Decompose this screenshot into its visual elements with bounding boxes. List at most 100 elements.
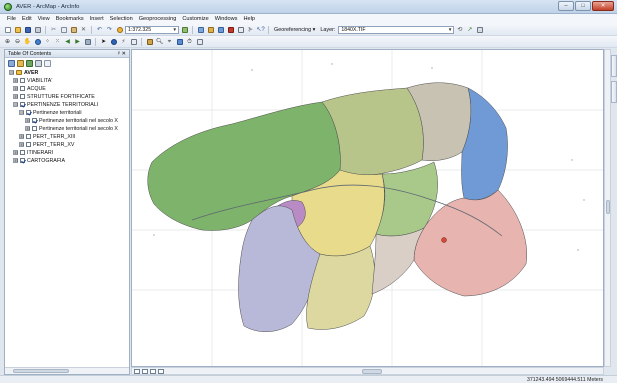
expand-icon[interactable]: ⊞ bbox=[25, 118, 30, 123]
table-window-icon[interactable] bbox=[196, 25, 205, 34]
menu-geoprocessing[interactable]: Geoprocessing bbox=[136, 16, 180, 22]
whats-this-icon[interactable]: ↖? bbox=[256, 25, 265, 34]
list-by-selection-icon[interactable] bbox=[35, 60, 42, 67]
refresh-view-icon[interactable] bbox=[150, 368, 156, 374]
visibility-checkbox[interactable] bbox=[20, 158, 25, 163]
map-horizontal-scrollbar[interactable] bbox=[131, 367, 604, 375]
expand-icon[interactable]: ⊞ bbox=[13, 94, 18, 99]
map-display[interactable] bbox=[131, 49, 604, 367]
layer-node-itinerari[interactable]: ⊞ ITINERARI bbox=[13, 149, 53, 156]
georeferencing-menu[interactable]: Georeferencing ▾ bbox=[272, 27, 317, 33]
menu-edit[interactable]: Edit bbox=[19, 16, 35, 22]
toc-horizontal-scrollbar[interactable] bbox=[5, 367, 129, 374]
visibility-checkbox[interactable] bbox=[20, 102, 25, 107]
expand-icon[interactable]: ⊞ bbox=[19, 142, 24, 147]
list-by-drawing-order-icon[interactable] bbox=[8, 60, 15, 67]
visibility-checkbox[interactable] bbox=[20, 94, 25, 99]
menu-customize[interactable]: Customize bbox=[179, 16, 211, 22]
maximize-button[interactable]: □ bbox=[575, 1, 591, 11]
layer-node-pertinenze-secolo-2[interactable]: ⊞ Pertinenze territoriali nel secolo X bbox=[25, 125, 118, 132]
menu-selection[interactable]: Selection bbox=[107, 16, 136, 22]
search-dock-tab[interactable] bbox=[611, 81, 617, 103]
visibility-checkbox[interactable] bbox=[32, 126, 37, 131]
print-icon[interactable] bbox=[33, 25, 42, 34]
expand-icon[interactable]: ⊞ bbox=[13, 150, 18, 155]
zoom-in-icon[interactable]: ⊕ bbox=[3, 37, 12, 46]
layer-node-cartografia[interactable]: ⊞ CARTOGRAFIA bbox=[13, 157, 65, 164]
link-table-icon[interactable] bbox=[475, 25, 484, 34]
redo-icon[interactable]: ↷ bbox=[105, 25, 114, 34]
visibility-checkbox[interactable] bbox=[26, 110, 31, 115]
georef-layer-combo[interactable]: 1840X.TIF ▼ bbox=[338, 25, 455, 34]
delete-icon[interactable]: ✕ bbox=[79, 25, 88, 34]
collapse-icon[interactable]: ⊟ bbox=[9, 70, 14, 75]
paste-icon[interactable] bbox=[69, 25, 78, 34]
layer-node-strutture-fortificate[interactable]: ⊞ STRUTTURE FORTIFICATE bbox=[13, 93, 95, 100]
close-icon[interactable]: ✕ bbox=[121, 51, 126, 57]
menu-view[interactable]: View bbox=[35, 16, 53, 22]
info-icon[interactable] bbox=[109, 37, 118, 46]
pin-icon[interactable]: ᵖ bbox=[118, 51, 120, 57]
layer-node-aver[interactable]: ⊟ AVER bbox=[9, 69, 38, 76]
pan-icon[interactable]: ✋ bbox=[23, 37, 32, 46]
editor-toolbar-icon[interactable] bbox=[180, 25, 189, 34]
python-window-icon[interactable] bbox=[236, 25, 245, 34]
data-view-icon[interactable] bbox=[134, 368, 140, 374]
visibility-checkbox[interactable] bbox=[20, 78, 25, 83]
scrollbar-thumb[interactable] bbox=[362, 369, 382, 374]
rotate-icon[interactable]: ⟲ bbox=[455, 25, 464, 34]
layer-node-acque[interactable]: ⊞ ACQUE bbox=[13, 85, 46, 92]
menu-bookmarks[interactable]: Bookmarks bbox=[53, 16, 87, 22]
search-window-icon[interactable] bbox=[216, 25, 225, 34]
expand-icon[interactable]: ⊞ bbox=[13, 158, 18, 163]
map-vertical-scrollbar[interactable] bbox=[604, 49, 611, 367]
hyperlink-icon[interactable]: ⚡ bbox=[119, 37, 128, 46]
new-document-icon[interactable] bbox=[3, 25, 12, 34]
collapse-icon[interactable]: ⊟ bbox=[13, 102, 18, 107]
catalog-window-icon[interactable] bbox=[206, 25, 215, 34]
fixed-zoom-out-icon[interactable]: ⁙ bbox=[53, 37, 62, 46]
scrollbar-thumb[interactable] bbox=[13, 369, 69, 373]
model-builder-icon[interactable]: ⊱ bbox=[246, 25, 255, 34]
zoom-out-icon[interactable]: ⊖ bbox=[13, 37, 22, 46]
time-slider-icon[interactable]: ⏱︎ bbox=[185, 37, 194, 46]
list-by-source-icon[interactable] bbox=[17, 60, 24, 67]
measure-icon[interactable] bbox=[145, 37, 154, 46]
html-popup-icon[interactable] bbox=[129, 37, 138, 46]
save-icon[interactable] bbox=[23, 25, 32, 34]
menu-insert[interactable]: Insert bbox=[87, 16, 107, 22]
menu-windows[interactable]: Windows bbox=[212, 16, 241, 22]
layer-node-pert-terr-xv[interactable]: ⊞ PERT_TERR_XV bbox=[19, 141, 74, 148]
forward-extent-icon[interactable]: ▶ bbox=[73, 37, 82, 46]
undo-icon[interactable]: ↶ bbox=[95, 25, 104, 34]
map-canvas[interactable] bbox=[132, 50, 604, 367]
red-location-marker[interactable] bbox=[441, 237, 447, 243]
layer-node-pertinenze-group[interactable]: ⊟ Pertinenze territoriali bbox=[19, 109, 82, 116]
back-extent-icon[interactable]: ◀ bbox=[63, 37, 72, 46]
options-icon[interactable] bbox=[44, 60, 51, 67]
open-folder-icon[interactable] bbox=[13, 25, 22, 34]
layout-view-icon[interactable] bbox=[142, 368, 148, 374]
layer-node-pertinenze-secolo-1[interactable]: ⊞ Pertinenze territoriali nel secolo X bbox=[25, 117, 118, 124]
find-route-icon[interactable]: ⌖ bbox=[165, 37, 174, 46]
layer-node-pert-terr-xiii[interactable]: ⊞ PERT_TERR_XIII bbox=[19, 133, 75, 140]
add-control-points-icon[interactable]: ↗ bbox=[465, 25, 474, 34]
go-to-xy-icon[interactable] bbox=[175, 37, 184, 46]
expand-icon[interactable]: ⊞ bbox=[25, 126, 30, 131]
expand-icon[interactable]: ⊞ bbox=[19, 134, 24, 139]
add-data-icon[interactable] bbox=[115, 25, 124, 34]
layer-node-viabilita[interactable]: ⊞ VIABILITA' bbox=[13, 77, 52, 84]
close-button[interactable]: ✕ bbox=[592, 1, 614, 11]
catalog-dock-tab[interactable] bbox=[611, 55, 617, 77]
visibility-checkbox[interactable] bbox=[20, 86, 25, 91]
arctoolbox-icon[interactable] bbox=[226, 25, 235, 34]
expand-icon[interactable]: ⊞ bbox=[13, 78, 18, 83]
minimize-button[interactable]: – bbox=[558, 1, 574, 11]
globe-icon[interactable] bbox=[33, 37, 42, 46]
visibility-checkbox[interactable] bbox=[26, 134, 31, 139]
cut-icon[interactable]: ✂ bbox=[49, 25, 58, 34]
fixed-zoom-in-icon[interactable]: ⁘ bbox=[43, 37, 52, 46]
map-scale-combo[interactable]: 1:372.325 ▼ bbox=[125, 25, 179, 34]
pause-drawing-icon[interactable] bbox=[158, 368, 164, 374]
find-icon[interactable]: 🔍︎ bbox=[155, 37, 164, 46]
